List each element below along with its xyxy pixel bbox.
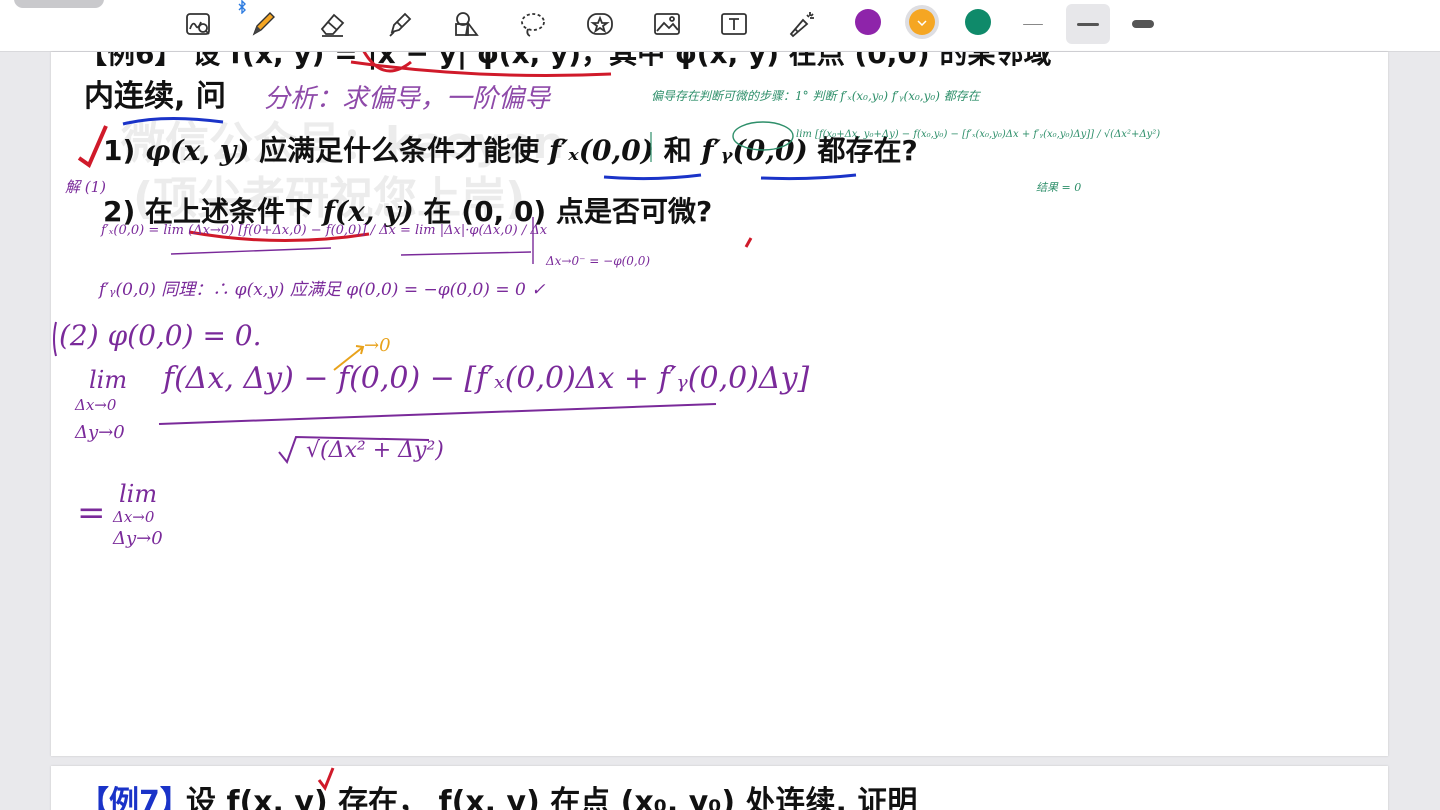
equals-sign: = bbox=[77, 493, 106, 533]
q1-number: 1) bbox=[103, 134, 146, 167]
problem-line-1: 内连续, 问 bbox=[84, 79, 226, 114]
stroke-thin-option[interactable] bbox=[1011, 4, 1055, 44]
denominator: √(Δx² + Δy²) bbox=[306, 438, 444, 463]
arrow-to-zero: →0 bbox=[364, 335, 391, 356]
q1-fy: f′ᵧ(0,0) bbox=[701, 134, 808, 167]
tab-handle[interactable] bbox=[14, 0, 104, 8]
image-icon[interactable] bbox=[647, 4, 687, 44]
green-equals: 结果 = 0 bbox=[1036, 181, 1082, 194]
sticker-icon[interactable] bbox=[580, 4, 620, 44]
pen-icon[interactable] bbox=[243, 4, 283, 44]
color-purple-swatch[interactable] bbox=[855, 9, 881, 35]
color-green-swatch[interactable] bbox=[965, 9, 991, 35]
stroke-thick-option[interactable] bbox=[1121, 4, 1165, 44]
eraser-icon[interactable] bbox=[312, 4, 352, 44]
limit-symbol: lim bbox=[89, 366, 128, 394]
part-2-label: (2) φ(0,0) = 0. bbox=[59, 319, 262, 352]
limit-sub-x: Δx→0 bbox=[75, 396, 117, 414]
note-page[interactable]: 微信公众号：kaoyan (顶尖考研祝您上岸) 【例6】 设 f(x, y) =… bbox=[51, 52, 1388, 756]
green-note: 偏导存在判断可微的步骤：1° 判断 f′ₓ(x₀,y₀) f′ᵧ(x₀,y₀) … bbox=[651, 89, 980, 103]
fx-tail: Δx→0⁻ = −φ(0,0) bbox=[546, 254, 651, 268]
q1-and: 和 bbox=[653, 134, 702, 167]
green-limit: lim [f(x₀+Δx, y₀+Δy) − f(x₀,y₀) − [f′ₓ(x… bbox=[796, 129, 1161, 140]
analysis-note: 分析：求偏导，一阶偏导 bbox=[264, 84, 551, 114]
shapes-icon[interactable] bbox=[446, 4, 486, 44]
lasso-zoom-icon[interactable] bbox=[178, 4, 218, 44]
text-icon[interactable] bbox=[714, 4, 754, 44]
example-7-text: 设 f(x, y) 存在， f(x, y) 在点 (x₀, y₀) 处连续, 证… bbox=[186, 785, 918, 810]
q1-fx: f′ₓ(0,0) bbox=[548, 134, 654, 167]
toolbar bbox=[0, 0, 1440, 52]
fx-definition: f′ₓ(0,0) = lim (Δx→0) [f(0+Δx,0) − f(0,0… bbox=[101, 223, 548, 238]
note-page-2[interactable]: 【例7】 设 f(x, y) 存在， f(x, y) 在点 (x₀, y₀) 处… bbox=[51, 766, 1388, 810]
stroke-medium-option[interactable] bbox=[1066, 4, 1110, 44]
q1-phi: φ(x, y) bbox=[145, 134, 250, 167]
limit-2-sub-x: Δx→0 bbox=[113, 508, 155, 526]
limit-2-sub-y: Δy→0 bbox=[113, 528, 163, 549]
limit-2-symbol: lim bbox=[119, 480, 158, 508]
red-check-mark bbox=[317, 767, 335, 792]
solution-label: 解 (1) bbox=[65, 178, 107, 196]
limit-sub-y: Δy→0 bbox=[75, 422, 125, 443]
problem-top-line-clipped: 【例6】 设 f(x, y) = |x − y| φ(x, y)，其中 φ(x,… bbox=[79, 52, 1052, 70]
chevron-down-icon bbox=[917, 20, 927, 26]
numerator: f(Δx, Δy) − f(0,0) − [f′ₓ(0,0)Δx + f′ᵧ(0… bbox=[163, 361, 810, 396]
question-2: 2) 在上述条件下 f(x, y) 在 (0, 0) 点是否可微? bbox=[103, 198, 712, 226]
color-orange-swatch[interactable] bbox=[909, 9, 935, 35]
highlighter-icon[interactable] bbox=[380, 4, 420, 44]
example-7-label: 【例7】 bbox=[79, 785, 190, 810]
lasso-icon[interactable] bbox=[513, 4, 553, 44]
laser-pointer-icon[interactable] bbox=[782, 4, 822, 44]
question-1: 1) φ(x, y) 应满足什么条件才能使 f′ₓ(0,0) 和 f′ᵧ(0,0… bbox=[103, 137, 918, 165]
fy-conclusion: f′ᵧ(0,0) 同理：∴ φ(x,y) 应满足 φ(0,0) = −φ(0,0… bbox=[99, 280, 546, 300]
q1-middle: 应满足什么条件才能使 bbox=[249, 134, 549, 167]
